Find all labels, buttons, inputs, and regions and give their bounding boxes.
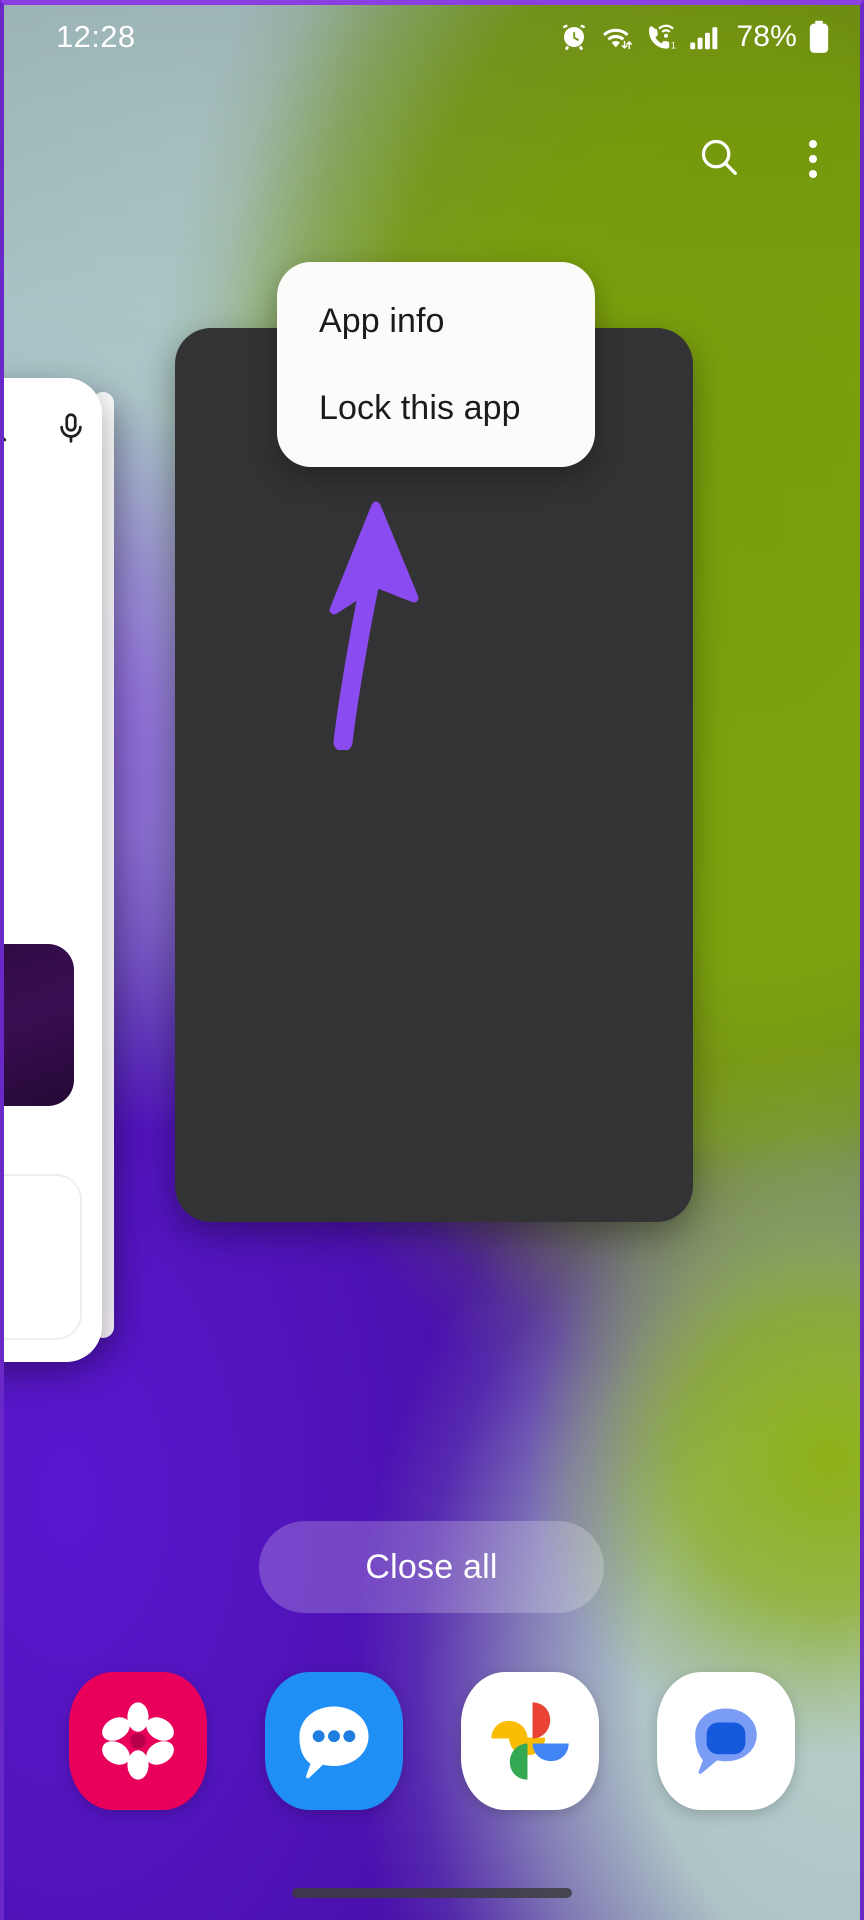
close-all-button[interactable]: Close all — [259, 1521, 604, 1613]
status-bar: 12:28 1 78% — [0, 0, 864, 74]
more-options-icon — [809, 140, 817, 178]
status-clock: 12:28 — [56, 19, 136, 54]
app-tile-white[interactable] — [0, 1174, 82, 1340]
dock-item-gallery[interactable] — [69, 1672, 207, 1810]
microphone-icon[interactable] — [54, 411, 88, 450]
caption-line-1: Ta — [0, 1122, 82, 1148]
dock-item-google-photos[interactable] — [461, 1672, 599, 1810]
alarm-icon — [559, 22, 589, 52]
caption-line-2: 25 — [0, 1148, 82, 1174]
recents-more-options-button[interactable] — [782, 128, 844, 190]
app-tile-dark[interactable]: T — [0, 944, 74, 1106]
dock-item-google-messages[interactable] — [657, 1672, 795, 1810]
battery-icon — [808, 20, 830, 54]
recents-search-button[interactable] — [688, 128, 750, 190]
battery-percent-label: 78% — [736, 20, 797, 53]
play-store-content: Open U FM T - oks & St... Ta 25 4. → — [0, 378, 102, 1362]
app-context-menu: App info Lock this app — [277, 262, 595, 467]
app-caption-4: M 4. — [0, 1358, 82, 1362]
dock — [0, 1672, 864, 1810]
chat-bubble-icon — [299, 1706, 369, 1779]
app-card-play-store[interactable]: Open U FM T - oks & St... Ta 25 4. → — [0, 378, 102, 1362]
status-icons: 1 78% — [559, 20, 830, 54]
play-store-search-row — [0, 400, 102, 460]
menu-item-app-info[interactable]: App info — [319, 304, 595, 338]
navigation-gesture-handle[interactable] — [292, 1888, 572, 1898]
flower-icon — [102, 1702, 174, 1780]
search-icon[interactable] — [0, 411, 10, 450]
google-messages-bubble-icon — [695, 1708, 757, 1774]
phone-screen: 12:28 1 78% App info Lock this app Close… — [0, 0, 864, 1920]
wifi-icon — [600, 22, 634, 52]
call-wifi-icon: 1 — [645, 22, 678, 52]
svg-text:1: 1 — [671, 41, 676, 51]
dock-item-messages[interactable] — [265, 1672, 403, 1810]
menu-item-lock-this-app[interactable]: Lock this app — [319, 391, 595, 425]
caption-line-1: M — [0, 1358, 82, 1362]
recents-header-actions — [688, 128, 844, 190]
search-icon — [696, 134, 742, 185]
signal-bars-icon — [689, 22, 721, 52]
google-photos-pinwheel-icon — [491, 1702, 569, 1780]
